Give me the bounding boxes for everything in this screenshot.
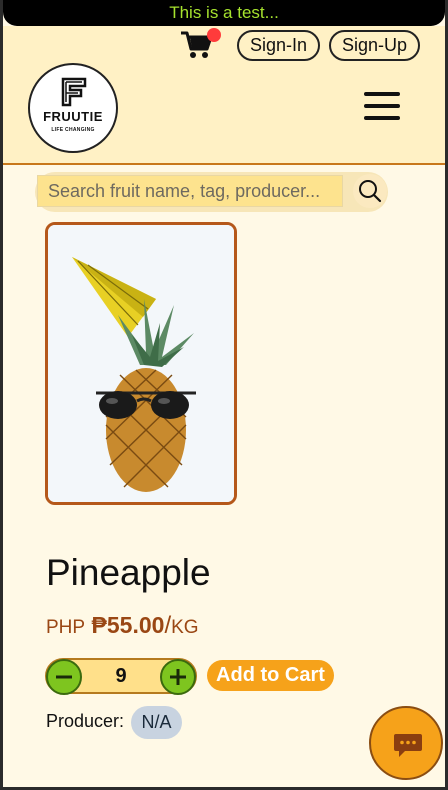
price-unit: KG <box>171 617 199 638</box>
decrease-quantity-button[interactable] <box>46 659 82 695</box>
quantity-stepper: 9 <box>45 658 197 695</box>
price-currency: PHP <box>46 617 86 638</box>
plus-icon <box>170 669 186 685</box>
search-input[interactable] <box>37 175 343 207</box>
sign-in-button[interactable]: Sign-In <box>237 30 320 61</box>
price-value: ₱55.00 <box>91 612 165 638</box>
product-name: Pineapple <box>46 552 211 593</box>
sign-up-button[interactable]: Sign-Up <box>329 30 420 61</box>
hamburger-menu-icon[interactable] <box>364 92 400 122</box>
shopping-cart-icon[interactable] <box>180 28 221 60</box>
producer-label: Producer: <box>46 711 125 731</box>
search-bar <box>35 172 388 212</box>
producer-badge[interactable]: N/A <box>131 706 182 739</box>
site-header: Sign-In Sign-Up FRUUTIE LIFE CHANGING <box>3 26 445 165</box>
minus-icon <box>56 675 72 679</box>
increase-quantity-button[interactable] <box>160 659 196 695</box>
cart-notification-dot <box>207 28 221 42</box>
chat-button[interactable] <box>369 706 443 780</box>
add-to-cart-button[interactable]: Add to Cart <box>207 660 334 691</box>
product-price: PHP ₱55.00/KG <box>46 612 199 640</box>
logo-tagline: LIFE CHANGING <box>51 127 95 133</box>
test-banner: This is a test... <box>3 0 445 26</box>
fruutie-logo[interactable]: FRUUTIE LIFE CHANGING <box>28 63 118 153</box>
product-image <box>45 222 237 505</box>
logo-mark-icon <box>61 77 87 107</box>
search-button[interactable] <box>353 174 387 208</box>
quantity-value[interactable]: 9 <box>83 665 159 688</box>
search-icon <box>359 180 382 203</box>
chat-bubble-icon <box>394 734 422 757</box>
logo-name: FRUUTIE <box>43 109 103 124</box>
